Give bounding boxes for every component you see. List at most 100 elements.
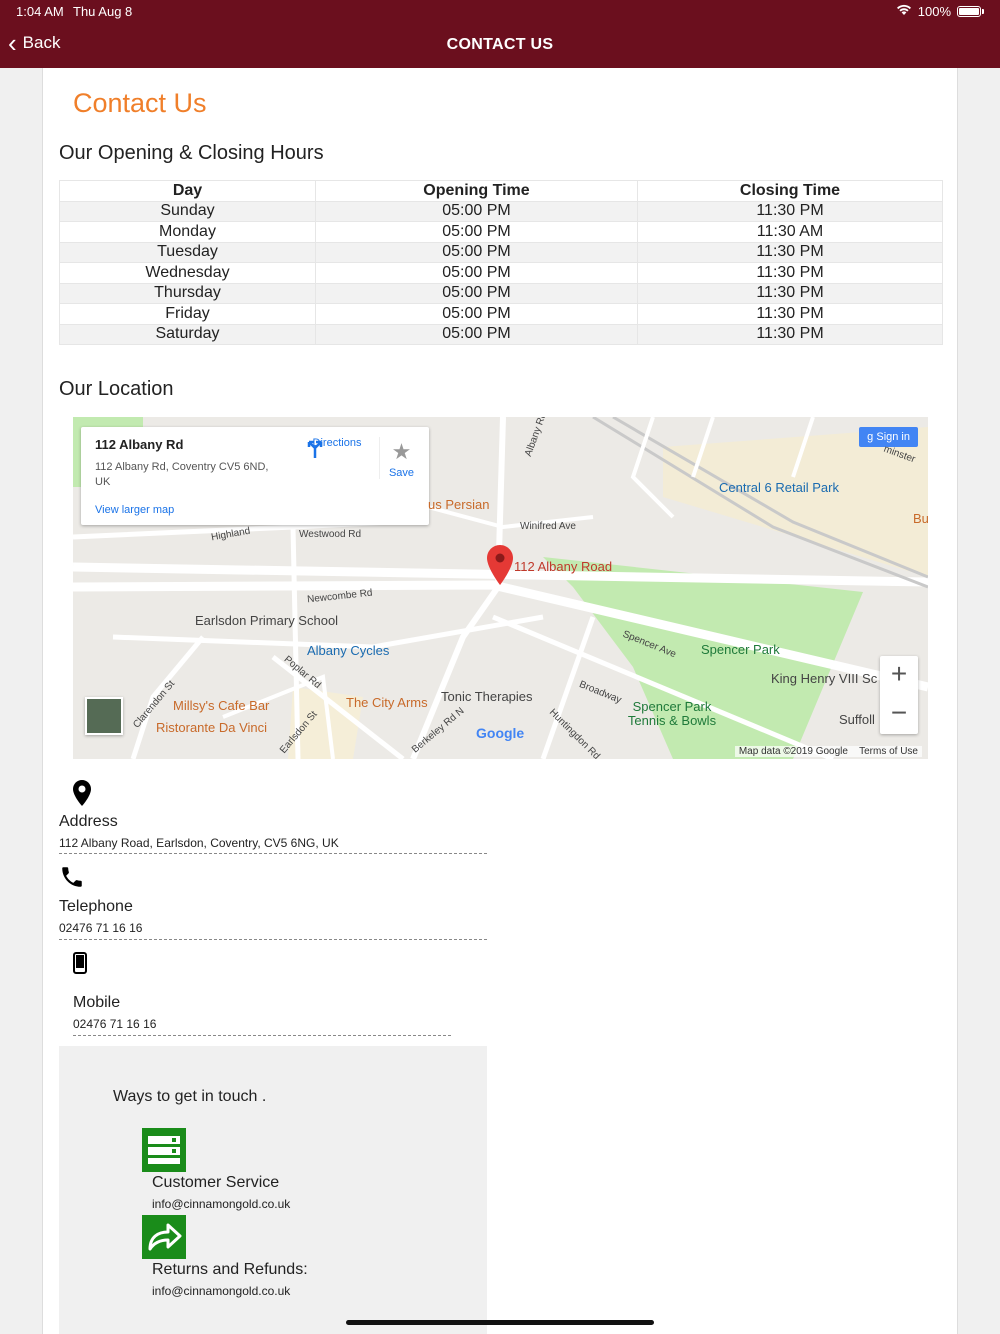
customer-service-label: Customer Service [152,1174,280,1191]
customer-service-button[interactable] [142,1128,186,1172]
map-place-label: Central 6 Retail Park [719,480,839,495]
table-row: Saturday 05:00 PM 11:30 PM [59,323,943,345]
map-attribution: Map data ©2019 Google Terms of Use [734,746,922,757]
header-closing: Closing Time [637,180,943,202]
closing-cell: 11:30 PM [637,262,943,284]
opening-cell: 05:00 PM [315,262,638,284]
table-row: Sunday 05:00 PM 11:30 PM [59,200,943,222]
telephone-value: 02476 71 16 16 [59,921,143,935]
map-data-text: Map data ©2019 Google [738,746,848,757]
phone-icon [59,864,85,895]
google-logo: Google [476,725,525,741]
battery-cap [982,9,984,14]
page-nav-title: CONTACT US [446,36,554,53]
day-cell: Friday [59,303,316,325]
table-row: Monday 05:00 PM 11:30 AM [59,221,943,243]
opening-cell: 05:00 PM [315,323,638,345]
returns-label: Returns and Refunds: [152,1261,308,1278]
mobile-phone-icon [73,952,87,979]
zoom-out-button[interactable]: − [880,695,918,734]
share-arrow-icon [148,1223,182,1251]
map-place-label: Tonic Therapies [441,689,533,704]
terms-link[interactable]: Terms of Use [859,746,918,757]
sign-in-label: Sign in [876,431,910,443]
map-place-label: Spencer Park [701,642,780,657]
server-icon [148,1136,180,1164]
save-label: Save [388,467,415,479]
opening-cell: 05:00 PM [315,221,638,243]
closing-cell: 11:30 PM [637,323,943,345]
closing-cell: 11:30 PM [637,282,943,304]
mobile-label: Mobile [73,994,121,1011]
customer-service-email[interactable]: info@cinnamongold.co.uk [152,1197,290,1211]
hours-heading: Our Opening & Closing Hours [59,142,324,164]
day-cell: Wednesday [59,262,316,284]
navigation-bar: 1:04 AM Thu Aug 8 100% ‹ Back CONTACT US [0,0,1000,68]
status-date: Thu Aug 8 [73,4,133,19]
map-marker-icon [73,780,91,811]
content-panel: Contact Us Our Opening & Closing Hours D… [42,68,958,1334]
address-value: 112 Albany Road, Earlsdon, Coventry, CV5… [59,836,339,850]
map-place-label: Albany Cycles [307,643,390,658]
map-street-label: Westwood Rd [299,529,362,540]
google-icon: g [867,431,877,443]
battery-percent: 100% [917,4,951,19]
header-opening: Opening Time [315,180,638,202]
get-in-touch-heading: Ways to get in touch . [113,1088,267,1105]
address-row: Address 112 Albany Road, Earlsdon, Coven… [59,780,487,854]
returns-email[interactable]: info@cinnamongold.co.uk [152,1284,290,1298]
map-embed[interactable]: 112 Albany Rd 112 Albany Rd, Coventry CV… [73,417,928,759]
map-place-label: Spencer Park Tennis & Bowls [627,699,717,728]
map-place-label: Earlsdon Primary School [195,613,339,628]
view-larger-map-link[interactable]: View larger map [95,504,174,516]
wifi-icon [896,4,912,19]
zoom-control: + − [880,656,918,734]
closing-cell: 11:30 PM [637,200,943,222]
home-indicator[interactable] [346,1320,654,1325]
status-bar: 1:04 AM Thu Aug 8 100% [16,4,984,22]
closing-cell: 11:30 AM [637,221,943,243]
map-place-label: Bu [913,511,928,526]
hours-table: Day Opening Time Closing Time Sunday 05:0… [59,180,943,345]
table-row: Tuesday 05:00 PM 11:30 PM [59,241,943,263]
battery-icon [957,6,981,17]
save-button[interactable]: ★ Save [379,437,423,479]
day-cell: Monday [59,221,316,243]
day-cell: Thursday [59,282,316,304]
map-place-label: us Persian [428,497,490,512]
map-place-label: Ristorante Da Vinci [156,720,268,735]
map-street-label: Winifred Ave [520,521,576,532]
status-time: 1:04 AM [16,4,64,19]
map-place-label: King Henry VIII Sc [771,671,878,686]
satellite-toggle-button[interactable] [85,697,123,735]
mobile-row[interactable]: Mobile 02476 71 16 16 [73,952,451,1036]
directions-button[interactable]: Directions [305,437,369,458]
header-day: Day [59,180,316,202]
map-pin-label: 112 Albany Road [514,559,613,574]
star-icon: ★ [391,439,412,464]
map-info-card: 112 Albany Rd 112 Albany Rd, Coventry CV… [81,427,429,525]
table-row: Friday 05:00 PM 11:30 PM [59,303,943,325]
opening-cell: 05:00 PM [315,200,638,222]
status-right: 100% [896,4,984,19]
opening-cell: 05:00 PM [315,303,638,325]
map-card-title: 112 Albany Rd [95,437,184,452]
mobile-value: 02476 71 16 16 [73,1017,157,1031]
hours-header-row: Day Opening Time Closing Time [59,180,943,202]
map-place-label: Suffoll [839,712,875,727]
table-row: Wednesday 05:00 PM 11:30 PM [59,262,943,284]
closing-cell: 11:30 PM [637,303,943,325]
opening-cell: 05:00 PM [315,241,638,263]
zoom-in-button[interactable]: + [880,656,918,695]
map-place-label: Millsy's Cafe Bar [173,698,270,713]
page-title: Contact Us [73,88,207,118]
day-cell: Sunday [59,200,316,222]
address-label: Address [59,813,118,830]
telephone-row[interactable]: Telephone 02476 71 16 16 [59,864,487,940]
get-in-touch-panel: Ways to get in touch . Customer Service … [59,1046,487,1334]
returns-button[interactable] [142,1215,186,1259]
closing-cell: 11:30 PM [637,241,943,263]
day-cell: Saturday [59,323,316,345]
map-card-address: 112 Albany Rd, Coventry CV5 6ND, UK [95,461,269,488]
map-place-label: The City Arms [346,695,428,710]
